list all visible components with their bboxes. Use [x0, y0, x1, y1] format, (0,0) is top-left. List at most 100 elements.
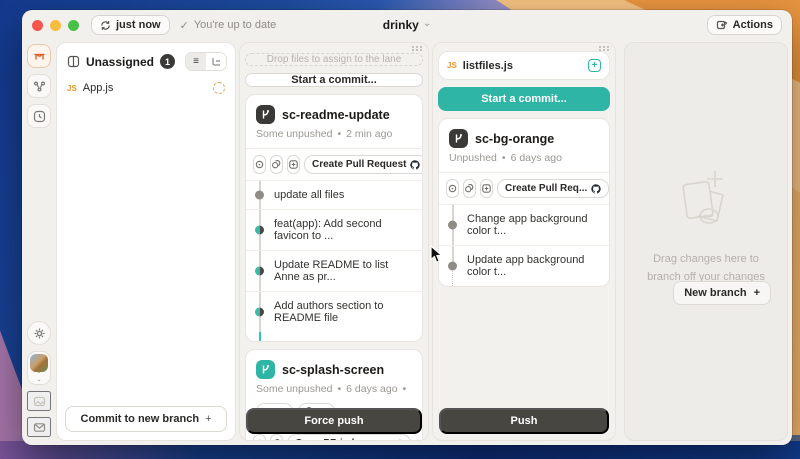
- dot-separator: •: [403, 383, 407, 395]
- github-icon: [591, 184, 601, 194]
- actions-label: Actions: [733, 19, 773, 31]
- plus-icon: +: [205, 413, 211, 425]
- branches-icon: [33, 80, 46, 93]
- dropzone-hint: Drop files to assign to the lane: [267, 54, 402, 65]
- gear-icon: [33, 327, 46, 340]
- branch-status: Some unpushed: [256, 128, 332, 140]
- actions-button[interactable]: Actions: [707, 15, 782, 35]
- uptodate-label: You're up to date: [194, 19, 276, 31]
- commit-row[interactable]: Update app background color t...: [439, 245, 609, 286]
- lane-drag-handle[interactable]: [599, 46, 610, 51]
- add-reference-button[interactable]: [480, 179, 493, 198]
- commit-row[interactable]: Update README to list Anne as pr...: [246, 250, 422, 291]
- js-file-icon: JS: [67, 84, 77, 93]
- unassigned-file-row[interactable]: JS App.js: [57, 77, 235, 99]
- zoom-window-button[interactable]: [68, 20, 79, 31]
- unapply-branch-button[interactable]: [270, 155, 283, 174]
- plus-icon: +: [754, 287, 760, 299]
- pr-button-label: Create Pull Req...: [505, 183, 587, 194]
- settings-button[interactable]: [27, 321, 51, 345]
- commit-dot-local: [448, 262, 457, 271]
- refresh-icon: [100, 20, 111, 31]
- start-commit-button[interactable]: Start a commit...: [245, 73, 423, 87]
- commit-row[interactable]: Change app background color t...: [439, 204, 609, 245]
- sidebar-item-branches[interactable]: [27, 74, 51, 98]
- image-icon: [33, 395, 46, 408]
- uptodate-status: ✓ You're up to date: [180, 19, 277, 32]
- app-window: just now ✓ You're up to date drinky ⌄ Ac…: [22, 10, 792, 445]
- open-pr-label: Open PR in browser: [295, 438, 391, 441]
- unapply-branch-button[interactable]: [463, 179, 476, 198]
- file-name: listfiles.js: [463, 60, 513, 72]
- commit-dot-local: [255, 191, 264, 200]
- sidebar-item-history[interactable]: [27, 104, 51, 128]
- close-window-button[interactable]: [32, 20, 43, 31]
- branch-header[interactable]: sc-readme-update: [246, 95, 422, 128]
- commit-dot-pushed: [255, 226, 264, 235]
- external-link-icon: ↗: [395, 438, 403, 441]
- branch-time: 6 days ago: [511, 152, 562, 164]
- push-button[interactable]: Push: [439, 408, 609, 434]
- unapply-branch-button[interactable]: [270, 434, 283, 441]
- branch-menu-button[interactable]: ···: [415, 438, 423, 442]
- branch-icon: [256, 105, 275, 124]
- workspace-content: Unassigned 1 ≡ JS App.js: [56, 40, 792, 445]
- commit-row[interactable]: update all files: [246, 180, 422, 209]
- branch-card-bg-orange: sc-bg-orange Unpushed • 6 days ago: [438, 118, 610, 287]
- branch-meta: Some unpushed • 6 days ago •: [246, 383, 422, 403]
- commit-row[interactable]: feat(app): Add second favicon to ...: [246, 209, 422, 250]
- focus-target-button[interactable]: [253, 434, 266, 441]
- commit-message: update all files: [274, 189, 344, 201]
- create-pull-request-button[interactable]: Create Pull Req...: [497, 179, 609, 198]
- sidebar-item-workspace[interactable]: [27, 44, 51, 68]
- focus-target-button[interactable]: [446, 179, 459, 198]
- check-icon: ✓: [180, 19, 189, 32]
- add-reference-button[interactable]: [287, 155, 300, 174]
- titlebar: just now ✓ You're up to date drinky ⌄ Ac…: [22, 10, 792, 40]
- branch-name: sc-readme-update: [282, 108, 390, 122]
- project-switcher[interactable]: drinky ⌄: [383, 18, 431, 32]
- lane-drag-handle[interactable]: [412, 46, 423, 51]
- assign-file-icon[interactable]: [213, 82, 225, 94]
- assigned-badge-icon[interactable]: +: [588, 59, 601, 72]
- branch-status: Unpushed: [449, 152, 497, 164]
- sync-status-button[interactable]: just now: [91, 15, 170, 35]
- start-commit-button[interactable]: Start a commit...: [438, 87, 610, 111]
- branch-icon: [449, 129, 468, 148]
- branch-meta: Some unpushed • 2 min ago: [246, 128, 422, 148]
- tree-view-button[interactable]: [206, 53, 226, 70]
- unassigned-count-badge: 1: [160, 54, 175, 69]
- commit-button-label: Commit to new branch: [81, 413, 200, 425]
- split-square-icon: [67, 55, 80, 68]
- drag-files-illustration-icon: [663, 161, 749, 241]
- new-branch-dropzone[interactable]: Drag changes here to branch off your cha…: [624, 42, 788, 441]
- unassigned-panel: Unassigned 1 ≡ JS App.js: [56, 42, 236, 441]
- create-pull-request-button[interactable]: Create Pull Request: [304, 155, 423, 174]
- branch-header[interactable]: sc-bg-orange: [439, 119, 609, 152]
- user-menu[interactable]: ⌃ ⌄: [27, 351, 51, 385]
- start-commit-label: Start a commit...: [291, 74, 377, 86]
- commit-dot-pushed: [255, 308, 264, 317]
- window-body: ⌃ ⌄: [22, 40, 792, 445]
- commit-to-new-branch-button[interactable]: Commit to new branch +: [65, 406, 227, 432]
- commit-message: Add authors section to README file: [274, 300, 383, 324]
- focus-target-button[interactable]: [253, 155, 266, 174]
- new-branch-button[interactable]: New branch +: [673, 281, 771, 305]
- branch-meta: Unpushed • 6 days ago: [439, 152, 609, 172]
- force-push-button[interactable]: Force push: [246, 408, 422, 434]
- clock-icon: [33, 110, 46, 123]
- file-dropzone[interactable]: Drop files to assign to the lane: [245, 53, 423, 66]
- minimize-window-button[interactable]: [50, 20, 61, 31]
- commit-dot-pushed: [255, 267, 264, 276]
- open-pr-in-browser-button[interactable]: Open PR in browser ↗: [287, 434, 411, 441]
- assigned-file-row[interactable]: JS listfiles.js +: [438, 51, 610, 80]
- actions-icon: [716, 19, 728, 31]
- branch-header[interactable]: sc-splash-screen: [246, 350, 422, 383]
- pr-button-label: Create Pull Request: [312, 159, 406, 170]
- traffic-lights: [32, 20, 79, 31]
- list-view-button[interactable]: ≡: [186, 53, 206, 70]
- commit-row[interactable]: Add authors section to README file: [246, 291, 422, 332]
- screenshot-button[interactable]: [27, 391, 51, 411]
- drag-hint-line1: Drag changes here to: [625, 251, 787, 269]
- feedback-button[interactable]: [27, 417, 51, 437]
